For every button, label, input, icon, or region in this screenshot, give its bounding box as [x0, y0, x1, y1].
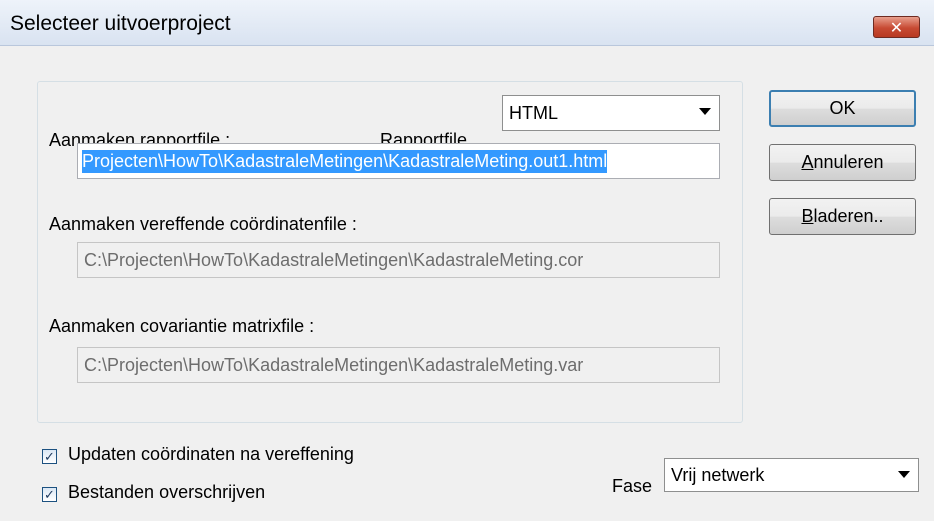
update-coordinates-checkbox[interactable]: ✓ — [42, 449, 57, 464]
phase-label: Fase — [612, 476, 653, 496]
report-path-value: Projecten\HowTo\KadastraleMetingen\Kadas… — [82, 149, 608, 173]
overwrite-files-checkbox[interactable]: ✓ — [42, 487, 57, 502]
dialog-title: Selecteer uitvoerproject — [10, 12, 231, 35]
ok-button[interactable]: OK — [769, 90, 916, 127]
phase-select[interactable]: Vrij netwerk — [664, 458, 919, 492]
update-coordinates-label[interactable]: Updaten coördinaten na vereffening — [68, 444, 354, 465]
coordinates-path-input: C:\Projecten\HowTo\KadastraleMetingen\Ka… — [77, 242, 720, 278]
cancel-button[interactable]: Annuleren — [769, 144, 916, 181]
report-type-value: HTML — [509, 102, 558, 123]
chevron-down-icon — [699, 108, 711, 115]
checkmark-icon: ✓ — [44, 487, 55, 502]
chevron-down-icon — [898, 471, 910, 478]
ok-button-label: OK — [829, 98, 856, 118]
close-icon: ✕ — [889, 17, 904, 37]
title-bar: Selecteer uitvoerproject ✕ — [0, 0, 934, 46]
checkmark-icon: ✓ — [44, 449, 55, 464]
covariance-path-input: C:\Projecten\HowTo\KadastraleMetingen\Ka… — [77, 347, 720, 383]
covariance-path-value: C:\Projecten\HowTo\KadastraleMetingen\Ka… — [84, 354, 584, 375]
overwrite-files-label[interactable]: Bestanden overschrijven — [68, 482, 265, 503]
covariance-file-label: Aanmaken covariantie matrixfile : — [49, 316, 315, 336]
cancel-button-label: Annuleren — [801, 152, 884, 172]
report-type-select[interactable]: HTML — [502, 95, 720, 131]
browse-button[interactable]: Bladeren.. — [769, 198, 916, 235]
coordinates-file-label: Aanmaken vereffende coördinatenfile : — [49, 214, 357, 234]
close-button[interactable]: ✕ — [873, 16, 920, 38]
browse-button-label: Bladeren.. — [801, 206, 884, 226]
phase-value: Vrij netwerk — [671, 464, 765, 485]
coordinates-path-value: C:\Projecten\HowTo\KadastraleMetingen\Ka… — [84, 249, 584, 270]
report-path-input[interactable]: Projecten\HowTo\KadastraleMetingen\Kadas… — [77, 143, 720, 179]
